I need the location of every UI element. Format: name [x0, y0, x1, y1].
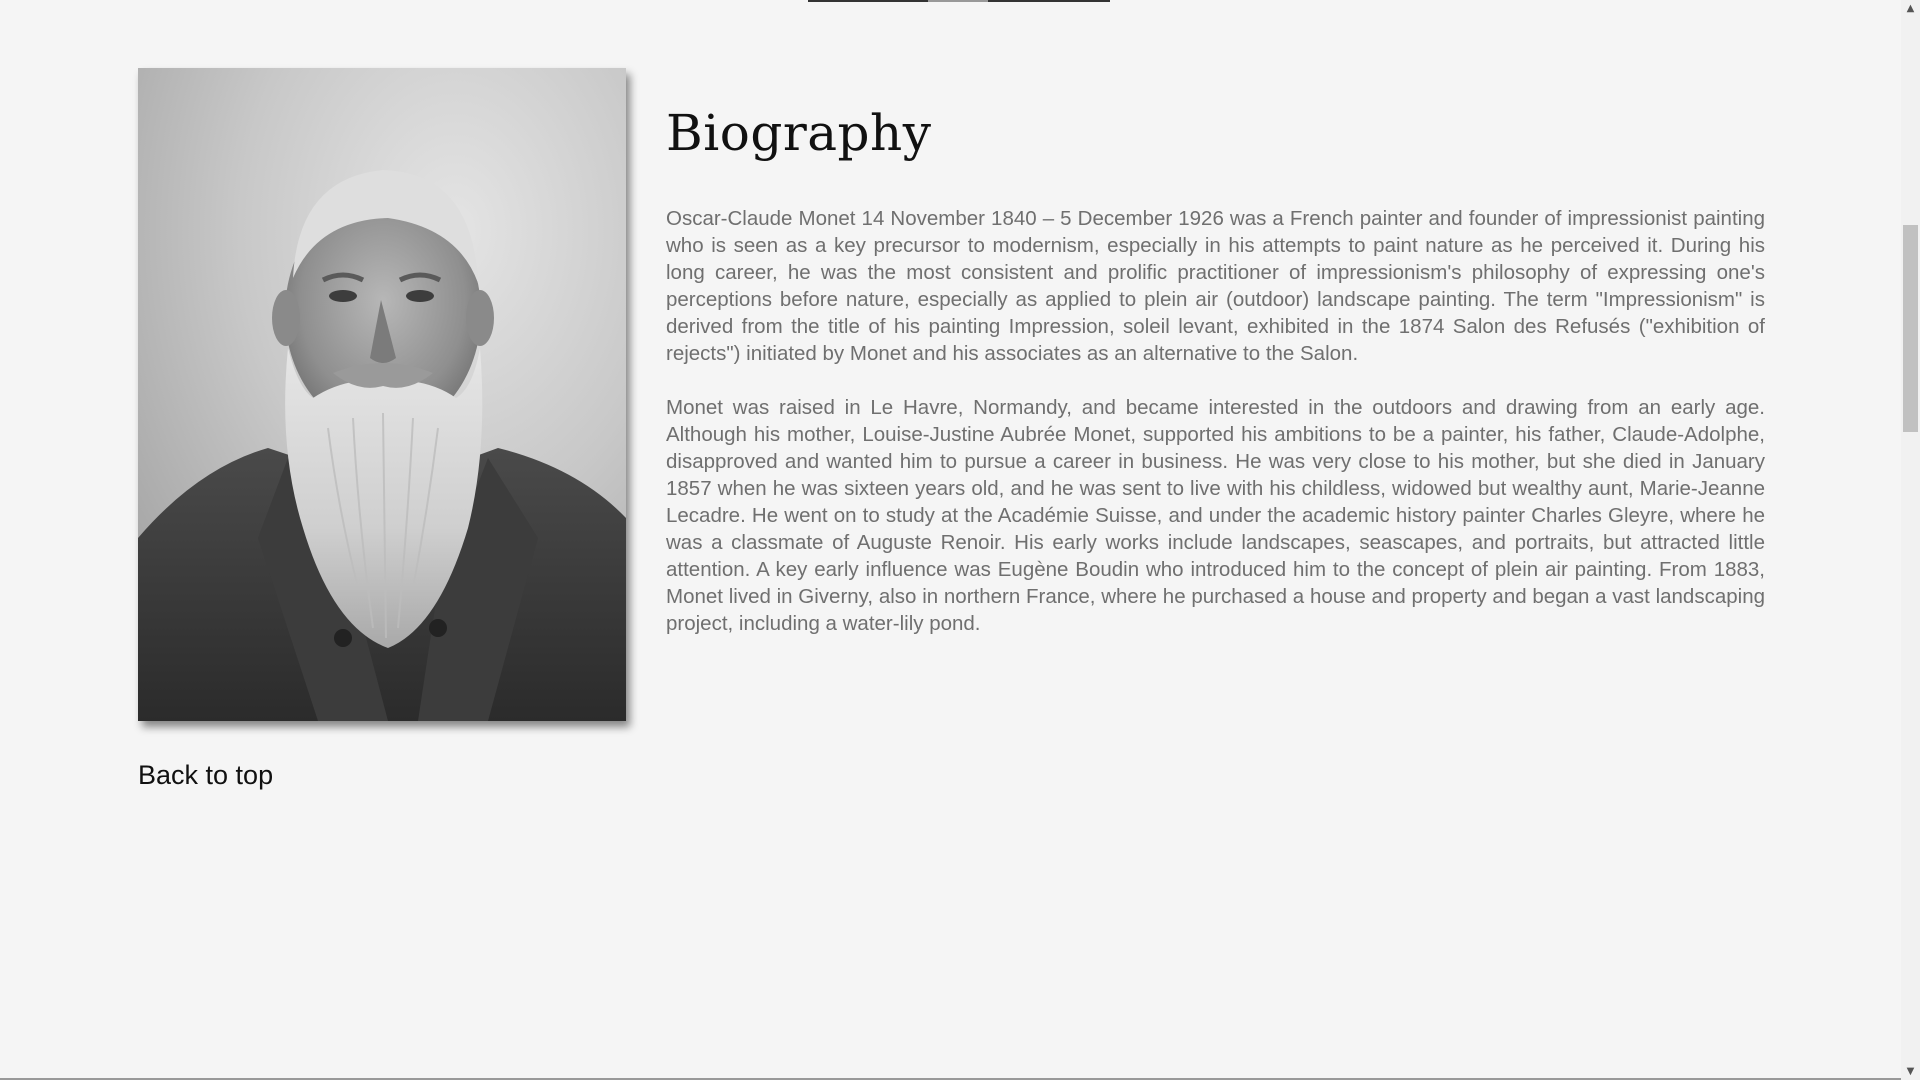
- scrollbar-thumb[interactable]: [1903, 225, 1918, 432]
- header-underline: [808, 0, 1110, 2]
- portrait-image: [138, 68, 626, 721]
- biography-paragraph-2: Monet was raised in Le Havre, Normandy, …: [666, 396, 1765, 635]
- biography-paragraph-1: Oscar-Claude Monet 14 November 1840 – 5 …: [666, 207, 1765, 365]
- biography-title: Biography: [666, 104, 932, 162]
- header-underline-segment: [928, 0, 988, 2]
- arrow-down-icon[interactable]: ▼: [1901, 1063, 1920, 1080]
- vertical-scrollbar[interactable]: ▲ ▼: [1901, 0, 1920, 1080]
- back-to-top-link[interactable]: Back to top: [138, 760, 273, 791]
- page: Biography Oscar-Claude Monet 14 November…: [0, 0, 1901, 1080]
- portrait-illustration: [138, 68, 626, 721]
- arrow-up-icon[interactable]: ▲: [1901, 0, 1920, 17]
